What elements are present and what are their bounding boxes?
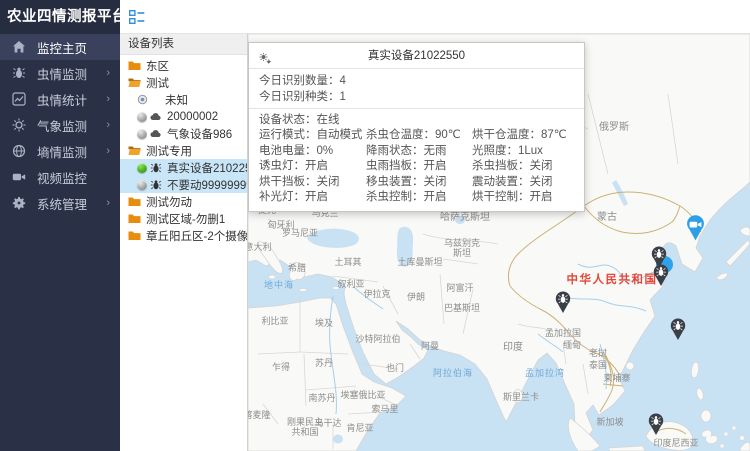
sidebar-item-label: 系统管理 (37, 194, 87, 213)
tree-item-label: 20000002 (167, 111, 218, 123)
sun-icon (11, 118, 26, 133)
sidebar-item-label: 视频监控 (37, 168, 87, 187)
insect-device-pin[interactable] (554, 290, 572, 314)
folder-closed-icon (128, 196, 141, 207)
sidebar-item-label: 虫情监测 (37, 64, 87, 83)
sidebar-item-label: 虫情统计 (37, 90, 87, 109)
status-dot-gray (137, 180, 147, 190)
chevron-right-icon: › (106, 93, 110, 105)
map-area[interactable]: 俄罗斯蒙古哈萨克斯坦中华人民共和国乌克兰捷克匈牙利罗马尼亚意大利希腊土耳其土库曼… (248, 34, 750, 451)
folder-open-icon (128, 77, 141, 88)
popup-data-row: 运行模式：自动模式杀虫仓温度：90℃烘干仓温度：87℃ (249, 128, 584, 144)
device-tree: 东区测试未知 20000002 气象设备986测试专用真实设备21022550不要动… (120, 55, 247, 244)
tree-toggle-icon[interactable] (129, 10, 145, 24)
chevron-right-icon: › (106, 197, 110, 209)
tree-item-label: 不要动99999999 (167, 177, 247, 193)
app-window: 农业四情测报平台 监控主页虫情监测 › 虫情统计 › 气象监测 › 墒情监测 › 视频监控系统管… (0, 0, 750, 451)
gear-settings-icon[interactable] (258, 49, 272, 63)
chevron-right-icon: › (106, 145, 110, 157)
tree-item-label: 测试勿动 (146, 194, 192, 210)
popup-data-row: 烘干挡板：关闭移虫装置：关闭震动装置：关闭 (249, 175, 584, 191)
popup-data-row: 诱虫灯：开启虫雨挡板：开启杀虫挡板：关闭 (249, 159, 584, 175)
device-panel-title: 设备列表 (120, 34, 247, 55)
folder-closed-icon (128, 213, 141, 224)
tree-device[interactable]: 未知 (120, 91, 247, 108)
sidebar-item-label: 气象监测 (37, 116, 87, 135)
tree-item-label: 测试 (146, 75, 169, 91)
tree-folder[interactable]: 测试 (120, 74, 247, 91)
popup-data-row: 电池电量：0%降雨状态：无雨光照度：1Lux (249, 144, 584, 160)
tree-item-label: 真实设备21022550 (167, 160, 247, 176)
weather-device-icon (150, 129, 162, 138)
chevron-right-icon: › (106, 67, 110, 79)
status-dot-gray (137, 112, 147, 122)
insect-device-icon (150, 179, 162, 191)
insect-device-pin[interactable] (652, 263, 670, 287)
tree-device[interactable]: 20000002 (120, 108, 247, 125)
tree-device[interactable]: 气象设备986 (120, 125, 247, 142)
video-icon (11, 170, 26, 185)
device-popup: 真实设备21022550 今日识别数量：4今日识别种类：1 设备状态：在线 运行… (248, 42, 585, 212)
folder-closed-icon (128, 60, 141, 71)
device-status: 设备状态：在线 (249, 112, 584, 128)
folder-closed-icon (128, 230, 141, 241)
tree-folder[interactable]: 测试专用 (120, 142, 247, 159)
tree-device[interactable]: 真实设备21022550 (120, 159, 247, 176)
sidebar-item-bug[interactable]: 虫情监测 › (0, 60, 120, 86)
chart-icon (11, 92, 26, 107)
sidebar-item-chart[interactable]: 虫情统计 › (0, 86, 120, 112)
app-title: 农业四情测报平台 (0, 0, 120, 34)
device-panel: 设备列表 东区测试未知 20000002 气象设备986测试专用真实设备210225… (120, 34, 248, 451)
sidebar-item-gear[interactable]: 系统管理 › (0, 190, 120, 216)
popup-summary: 今日识别数量：4今日识别种类：1 (249, 69, 584, 109)
sidebar-menu: 监控主页虫情监测 › 虫情统计 › 气象监测 › 墒情监测 › 视频监控系统管理 › (0, 34, 120, 216)
bug-icon (11, 66, 26, 81)
chevron-right-icon: › (106, 119, 110, 131)
folder-open-icon (128, 145, 141, 156)
topbar (120, 0, 750, 34)
tree-folder[interactable]: 测试勿动 (120, 193, 247, 210)
gear-icon (11, 196, 26, 211)
sidebar-item-home[interactable]: 监控主页 (0, 34, 120, 60)
status-dot-green (137, 163, 147, 173)
home-icon (11, 40, 26, 55)
insect-device-pin[interactable] (669, 317, 687, 341)
popup-summary-line: 今日识别数量：4 (249, 73, 584, 89)
sidebar-item-label: 墒情监测 (37, 142, 87, 161)
sidebar-item-label: 监控主页 (37, 38, 87, 57)
tree-folder[interactable]: 测试区域-勿删1 (120, 210, 247, 227)
sidebar-item-globe[interactable]: 墒情监测 › (0, 138, 120, 164)
sidebar-item-video[interactable]: 视频监控 (0, 164, 120, 190)
popup-header: 真实设备21022550 (249, 43, 584, 69)
tree-item-label: 测试专用 (146, 143, 192, 159)
popup-data-row: 补光灯：开启杀虫控制：开启烘干控制：开启 (249, 190, 584, 206)
unknown-marker-icon (137, 94, 148, 105)
popup-body: 设备状态：在线 运行模式：自动模式杀虫仓温度：90℃烘干仓温度：87℃电池电量：… (249, 109, 584, 211)
weather-device-icon (150, 112, 162, 121)
insect-device-icon (150, 162, 162, 174)
sidebar: 农业四情测报平台 监控主页虫情监测 › 虫情统计 › 气象监测 › 墒情监测 › 视频监控系统管… (0, 0, 120, 451)
camera-device-pin[interactable] (685, 214, 706, 241)
popup-title: 真实设备21022550 (368, 50, 465, 62)
status-dot-gray (137, 129, 147, 139)
globe-icon (11, 144, 26, 159)
tree-folder[interactable]: 东区 (120, 57, 247, 74)
tree-device[interactable]: 不要动99999999 (120, 176, 247, 193)
tree-folder[interactable]: 章丘阳丘区-2个摄像头 (120, 227, 247, 244)
popup-summary-line: 今日识别种类：1 (249, 89, 584, 105)
sidebar-item-sun[interactable]: 气象监测 › (0, 112, 120, 138)
tree-item-label: 章丘阳丘区-2个摄像头 (146, 228, 247, 244)
tree-item-label: 气象设备986 (167, 126, 232, 142)
popup-grid: 运行模式：自动模式杀虫仓温度：90℃烘干仓温度：87℃电池电量：0%降雨状态：无… (249, 128, 584, 206)
tree-item-label: 未知 (165, 92, 188, 108)
tree-item-label: 测试区域-勿删1 (146, 211, 225, 227)
insect-device-pin[interactable] (647, 412, 665, 436)
tree-item-label: 东区 (146, 58, 169, 74)
